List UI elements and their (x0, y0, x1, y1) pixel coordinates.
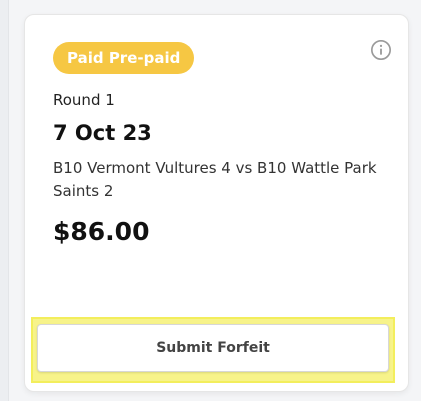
page: Paid Pre-paid Round 1 7 Oct 23 B10 Vermo… (0, 0, 421, 401)
amount: $86.00 (53, 217, 150, 246)
round-label: Round 1 (53, 91, 115, 109)
page-edge (0, 0, 9, 401)
info-icon[interactable] (370, 39, 392, 61)
status-badge: Paid Pre-paid (53, 42, 195, 74)
match-description: B10 Vermont Vultures 4 vs B10 Wattle Par… (53, 159, 377, 200)
submit-forfeit-button[interactable]: Submit Forfeit (37, 324, 389, 372)
match-date: 7 Oct 23 (53, 121, 152, 145)
match-card: Paid Pre-paid Round 1 7 Oct 23 B10 Vermo… (24, 14, 409, 392)
